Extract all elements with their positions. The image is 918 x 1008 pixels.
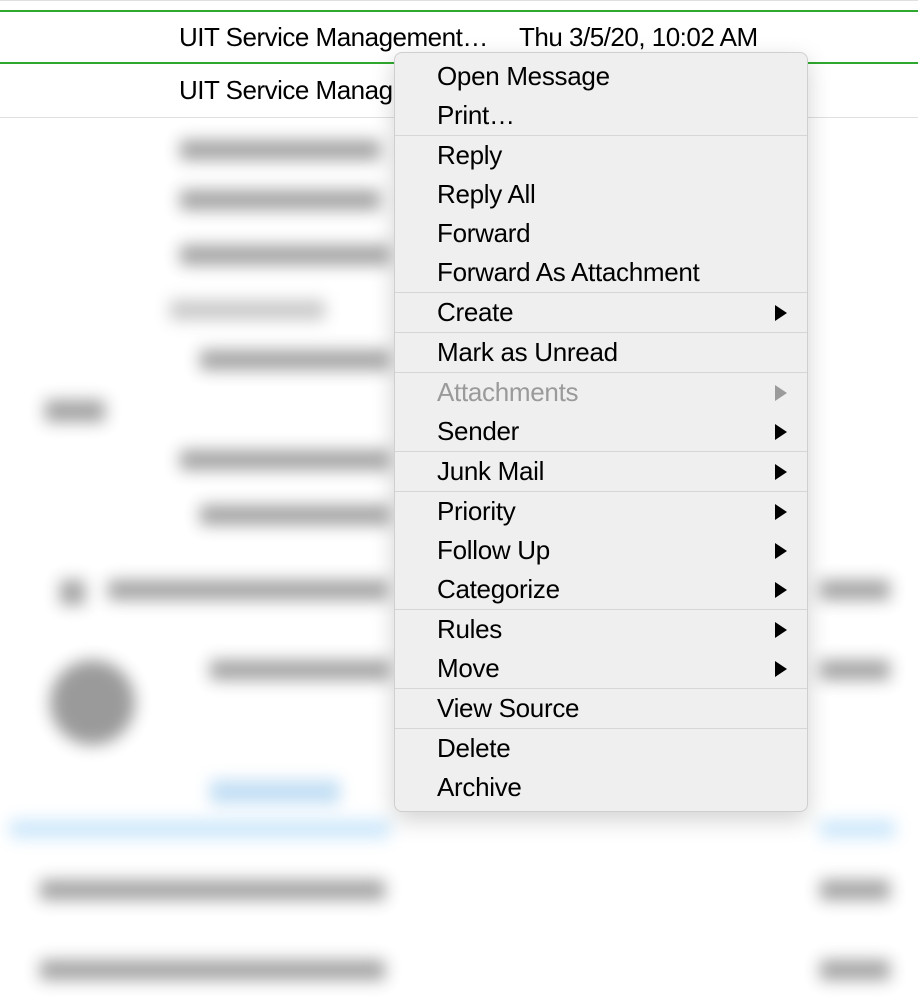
submenu-arrow-icon [775, 622, 787, 638]
message-sender: UIT Service Manag [179, 75, 393, 106]
submenu-arrow-icon [775, 385, 787, 401]
menu-open-message[interactable]: Open Message [395, 57, 807, 96]
menu-rules[interactable]: Rules [395, 610, 807, 649]
menu-item-label: View Source [437, 693, 579, 724]
menu-item-label: Print… [437, 100, 515, 131]
menu-item-label: Forward [437, 218, 530, 249]
menu-item-label: Rules [437, 614, 502, 645]
menu-reply[interactable]: Reply [395, 136, 807, 175]
menu-item-label: Priority [437, 496, 516, 527]
menu-item-label: Delete [437, 733, 510, 764]
menu-item-label: Follow Up [437, 535, 550, 566]
menu-priority[interactable]: Priority [395, 492, 807, 531]
menu-item-label: Categorize [437, 574, 560, 605]
submenu-arrow-icon [775, 464, 787, 480]
menu-follow-up[interactable]: Follow Up [395, 531, 807, 570]
menu-item-label: Sender [437, 416, 519, 447]
submenu-arrow-icon [775, 424, 787, 440]
menu-archive[interactable]: Archive [395, 768, 807, 807]
menu-item-label: Attachments [437, 377, 578, 408]
menu-item-label: Junk Mail [437, 456, 544, 487]
menu-attachments: Attachments [395, 373, 807, 412]
submenu-arrow-icon [775, 543, 787, 559]
message-sender: UIT Service Management… [179, 22, 488, 53]
menu-view-source[interactable]: View Source [395, 689, 807, 728]
menu-mark-as-unread[interactable]: Mark as Unread [395, 333, 807, 372]
menu-print[interactable]: Print… [395, 96, 807, 135]
menu-delete[interactable]: Delete [395, 729, 807, 768]
menu-forward-as-attachment[interactable]: Forward As Attachment [395, 253, 807, 292]
menu-junk-mail[interactable]: Junk Mail [395, 452, 807, 491]
menu-item-label: Archive [437, 772, 522, 803]
menu-item-label: Reply [437, 140, 502, 171]
submenu-arrow-icon [775, 661, 787, 677]
menu-item-label: Open Message [437, 61, 610, 92]
menu-item-label: Mark as Unread [437, 337, 618, 368]
menu-item-label: Move [437, 653, 499, 684]
context-menu: Open Message Print… Reply Reply All Forward F… [394, 52, 808, 812]
submenu-arrow-icon [775, 504, 787, 520]
menu-item-label: Create [437, 297, 513, 328]
menu-create[interactable]: Create [395, 293, 807, 332]
message-timestamp: Thu 3/5/20, 10:02 AM [519, 22, 758, 53]
menu-forward[interactable]: Forward [395, 214, 807, 253]
submenu-arrow-icon [775, 582, 787, 598]
menu-item-label: Reply All [437, 179, 535, 210]
menu-reply-all[interactable]: Reply All [395, 175, 807, 214]
menu-item-label: Forward As Attachment [437, 257, 700, 288]
menu-move[interactable]: Move [395, 649, 807, 688]
menu-categorize[interactable]: Categorize [395, 570, 807, 609]
submenu-arrow-icon [775, 305, 787, 321]
menu-sender[interactable]: Sender [395, 412, 807, 451]
